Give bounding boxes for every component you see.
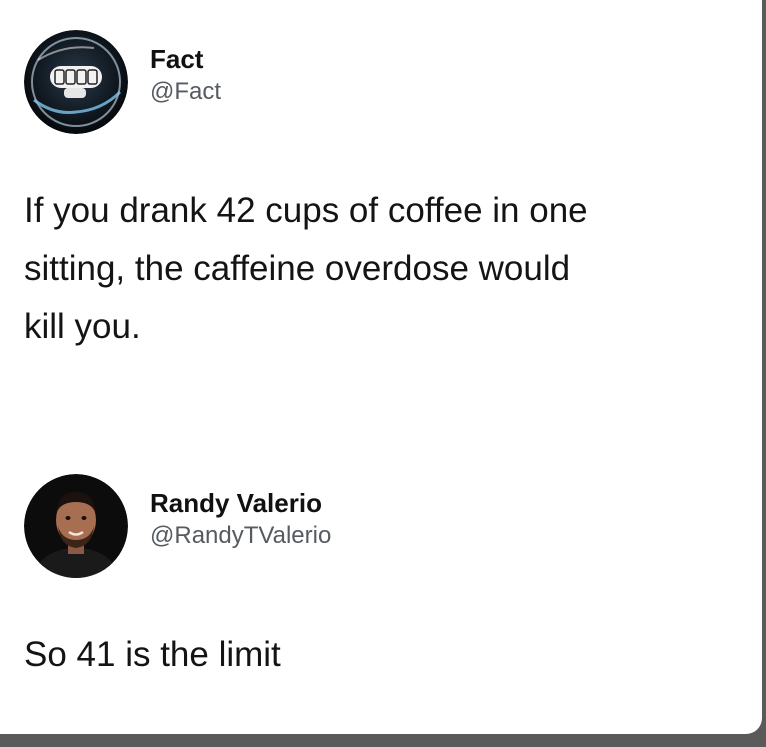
user-photo-icon <box>24 474 128 578</box>
reply-author-display-name[interactable]: Randy Valerio <box>150 486 331 520</box>
tweet-header: Fact @Fact <box>24 28 754 136</box>
randy-avatar[interactable] <box>24 474 128 578</box>
author-info: Fact @Fact <box>150 42 221 108</box>
author-display-name[interactable]: Fact <box>150 42 221 76</box>
fact-logo-icon <box>24 30 128 134</box>
reply-author-info: Randy Valerio @RandyTValerio <box>150 486 331 552</box>
fact-avatar[interactable] <box>24 30 128 134</box>
reply-text: So 41 is the limit <box>24 635 281 674</box>
reply-header: Randy Valerio @RandyTValerio <box>24 470 754 582</box>
reply-tweet[interactable]: Randy Valerio @RandyTValerio So 41 is th… <box>24 470 754 684</box>
original-tweet[interactable]: Fact @Fact If you drank 42 cups of coffe… <box>24 28 754 356</box>
reply-author-handle[interactable]: @RandyTValerio <box>150 520 331 552</box>
author-handle[interactable]: @Fact <box>150 76 221 108</box>
screenshot-card: Fact @Fact If you drank 42 cups of coffe… <box>0 0 762 734</box>
tweet-text: If you drank 42 cups of coffee in one si… <box>24 191 588 346</box>
